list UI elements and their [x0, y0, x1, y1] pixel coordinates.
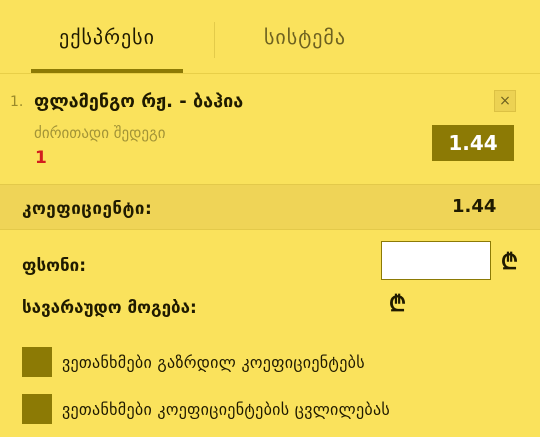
bet-slip-tabs: ექსპრესი სისტემა: [0, 0, 540, 74]
accept-odds-change-checkbox[interactable]: [22, 394, 52, 424]
bet-odds: 1.44: [432, 125, 514, 161]
lari-currency-icon: ₾: [389, 292, 406, 317]
total-odds-value: 1.44: [452, 196, 497, 217]
bet-number: 1.: [10, 94, 24, 110]
accept-odds-change-option[interactable]: ვეთანხმები კოეფიციენტების ცვლილებას: [22, 394, 522, 424]
bet-market: ძირითადი შედეგი: [34, 124, 166, 142]
accept-odds-change-label: ვეთანხმები კოეფიციენტების ცვლილებას: [62, 399, 391, 419]
bet-outcome: 1: [35, 148, 47, 168]
accept-increased-odds-option[interactable]: ვეთანხმები გაზრდილ კოეფიციენტებს: [22, 347, 522, 377]
remove-bet-button[interactable]: ×: [494, 90, 516, 112]
close-icon: ×: [499, 93, 511, 109]
total-odds-label: კოეფიციენტი:: [22, 199, 153, 219]
bet-item: 1. ფლამენგო რჟ. - ბაჰია ძირითადი შედეგი …: [0, 74, 540, 184]
bet-match-title: ფლამენგო რჟ. - ბაჰია: [34, 91, 244, 112]
accept-increased-odds-checkbox[interactable]: [22, 347, 52, 377]
tab-system[interactable]: სისტემა: [215, 0, 395, 74]
total-odds-row: კოეფიციენტი: 1.44: [0, 184, 540, 230]
accept-increased-odds-label: ვეთანხმები გაზრდილ კოეფიციენტებს: [62, 352, 365, 372]
potential-win-label: სავარაუდო მოგება:: [22, 298, 197, 318]
tab-express[interactable]: ექსპრესი: [31, 0, 183, 74]
stake-label: ფსონი:: [22, 256, 87, 276]
lari-currency-icon: ₾: [501, 250, 518, 275]
stake-input[interactable]: [381, 241, 491, 280]
